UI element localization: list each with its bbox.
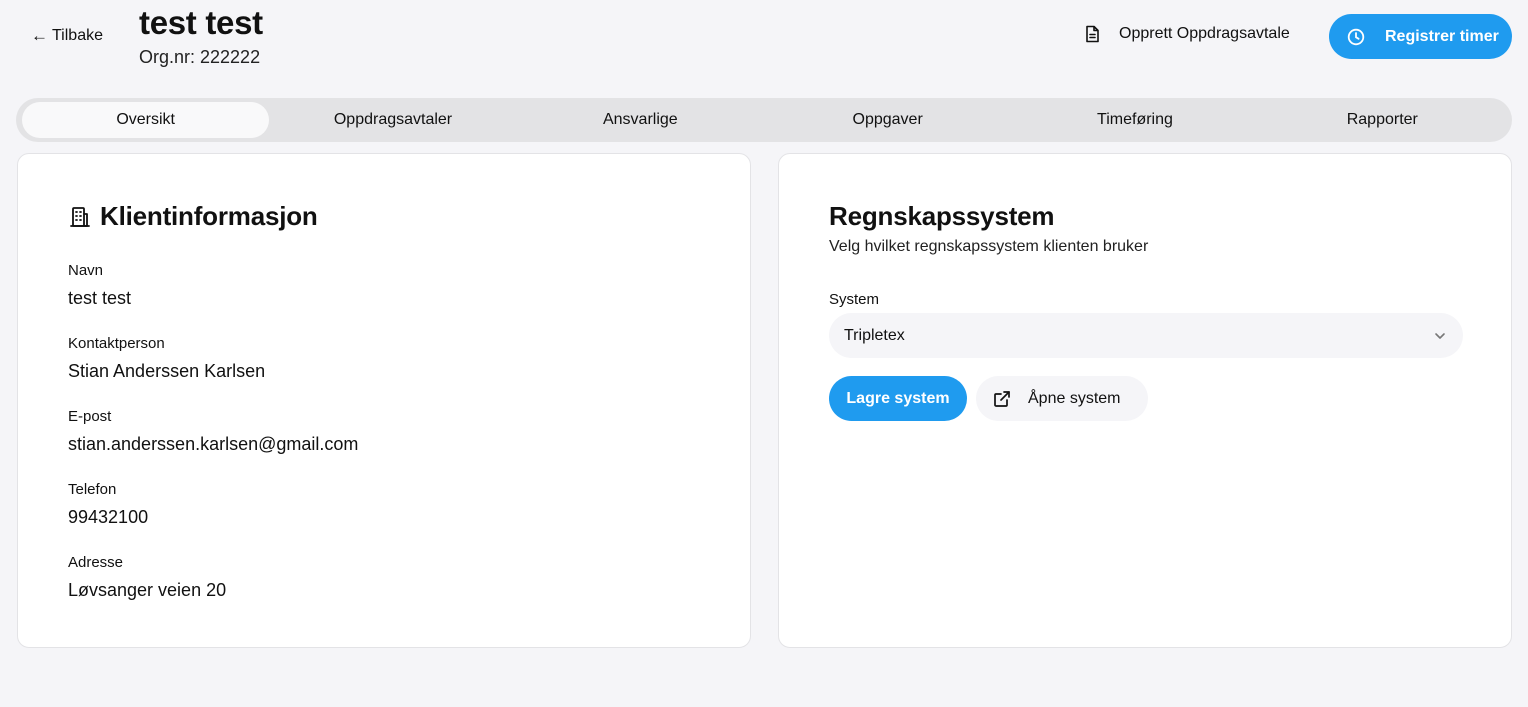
field-contact-person: Kontaktperson Stian Anderssen Karlsen xyxy=(68,335,358,381)
register-hours-label: Registrer timer xyxy=(1385,27,1499,45)
system-label: System xyxy=(829,291,880,308)
back-link[interactable]: ← Tilbake xyxy=(31,26,103,46)
tab-timeforing[interactable]: Timeføring xyxy=(1011,102,1258,138)
accounting-subtitle: Velg hvilket regnskapssystem klienten br… xyxy=(829,238,1149,255)
field-value: test test xyxy=(68,288,132,308)
field-label: Navn xyxy=(68,262,104,279)
field-phone: Telefon 99432100 xyxy=(68,481,358,527)
field-name: Navn test test xyxy=(68,262,358,308)
field-label: Adresse xyxy=(68,554,124,571)
tab-rapporter[interactable]: Rapporter xyxy=(1259,102,1506,138)
open-system-button[interactable]: Åpne system xyxy=(976,376,1148,421)
document-icon xyxy=(1084,25,1101,43)
client-info-heading: Klientinformasjon xyxy=(68,201,318,232)
field-value: Løvsanger veien 20 xyxy=(68,580,227,600)
field-label: Kontaktperson xyxy=(68,335,165,352)
tab-label: Oppgaver xyxy=(852,111,923,128)
save-system-button[interactable]: Lagre system xyxy=(829,376,967,421)
register-hours-button[interactable]: Registrer timer xyxy=(1329,14,1512,59)
tab-ansvarlige[interactable]: Ansvarlige xyxy=(517,102,764,138)
tab-label: Ansvarlige xyxy=(602,111,678,128)
tab-label: Timeføring xyxy=(1097,111,1173,128)
client-info-fields: Navn test test Kontaktperson Stian Ander… xyxy=(68,262,358,627)
back-link-label: Tilbake xyxy=(52,27,103,44)
clock-icon xyxy=(1347,28,1365,46)
client-info-card: Klientinformasjon Navn test test Kontakt… xyxy=(17,153,751,648)
field-value: Stian Anderssen Karlsen xyxy=(68,361,266,381)
building-icon xyxy=(68,205,92,229)
tab-label: Oppdragsavtaler xyxy=(333,111,453,128)
chevron-down-icon xyxy=(1433,329,1447,343)
field-value: 99432100 xyxy=(68,507,149,527)
client-info-title: Klientinformasjon xyxy=(100,201,318,231)
system-select-value: Tripletex xyxy=(844,326,905,344)
external-link-icon xyxy=(993,390,1011,408)
field-label: Telefon xyxy=(68,481,117,498)
field-address: Adresse Løvsanger veien 20 xyxy=(68,554,358,600)
create-agreement-button[interactable]: Opprett Oppdragsavtale xyxy=(1084,25,1290,43)
tab-label: Rapporter xyxy=(1346,111,1418,128)
accounting-heading: Regnskapssystem xyxy=(829,201,1055,231)
create-agreement-label: Opprett Oppdragsavtale xyxy=(1119,25,1290,42)
accounting-system-card: Regnskapssystem Velg hvilket regnskapssy… xyxy=(778,153,1512,648)
arrow-left-icon: ← xyxy=(31,26,48,45)
field-value: stian.anderssen.karlsen@gmail.com xyxy=(68,434,359,454)
field-email: E-post stian.anderssen.karlsen@gmail.com xyxy=(68,408,358,454)
tab-oppgaver[interactable]: Oppgaver xyxy=(764,102,1011,138)
field-label: E-post xyxy=(68,408,112,425)
system-select[interactable]: Tripletex xyxy=(829,313,1463,358)
tab-label: Oversikt xyxy=(116,111,175,128)
open-system-label: Åpne system xyxy=(1028,389,1121,407)
org-number: Org.nr: 222222 xyxy=(139,47,261,67)
tab-oversikt[interactable]: Oversikt xyxy=(22,102,270,138)
tab-bar: Oversikt Oppdragsavtaler Ansvarlige Oppg… xyxy=(16,98,1512,142)
page-title: test test xyxy=(139,4,263,41)
tab-oppdragsavtaler[interactable]: Oppdragsavtaler xyxy=(269,102,516,138)
